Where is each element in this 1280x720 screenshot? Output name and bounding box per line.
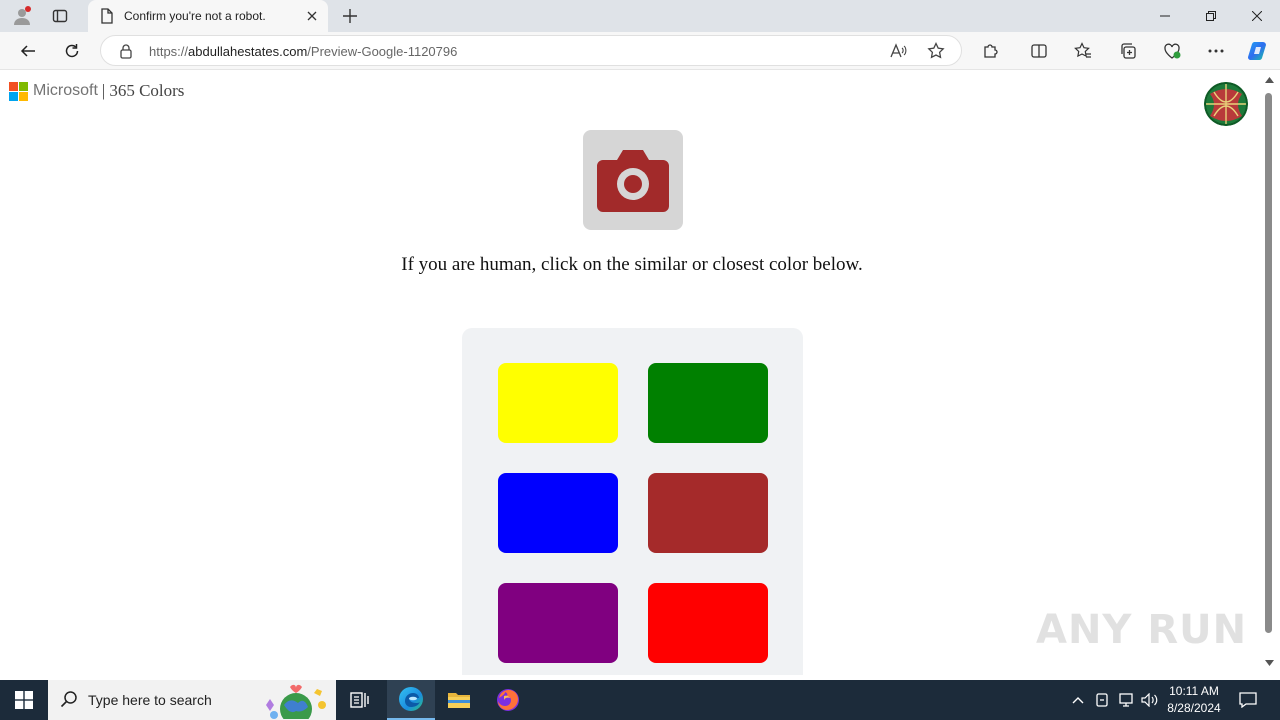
url-scheme: https:// [149,44,189,59]
scroll-up-arrow-icon[interactable] [1265,77,1274,83]
taskbar-firefox[interactable] [484,680,532,720]
taskbar-file-explorer[interactable] [435,680,483,720]
instruction-text: If you are human, click on the similar o… [401,254,863,275]
edge-icon [399,687,423,711]
search-icon [60,691,77,708]
minimize-button[interactable] [1142,0,1188,32]
taskbar-search-box[interactable]: Type here to search [48,680,336,720]
copilot-button[interactable] [1244,37,1272,65]
camera-icon [597,150,669,212]
page-icon [101,8,113,24]
chevron-up-icon [1072,697,1084,704]
notifications-button[interactable] [1238,690,1258,710]
tab-title: Confirm you're not a robot. [124,9,266,23]
avatar[interactable] [1204,82,1248,126]
network-icon [1119,693,1133,707]
tray-network-button[interactable] [1116,690,1136,710]
swatch-brown[interactable] [648,473,768,553]
globe-avatar-icon [1204,82,1248,126]
url-text[interactable]: https://abdullahestates.com/Preview-Goog… [149,44,457,59]
copilot-icon [1247,42,1266,61]
speaker-icon [1141,693,1158,707]
refresh-button[interactable] [58,37,86,65]
swatch-red[interactable] [648,583,768,663]
clock-time: 10:11 AM [1169,684,1219,698]
restore-icon [1206,11,1216,21]
firefox-icon [497,689,519,711]
browser-tab-active[interactable]: Confirm you're not a robot. [88,0,328,32]
split-screen-icon [1031,44,1047,58]
close-icon [1252,11,1262,21]
lock-icon[interactable] [119,43,133,59]
swatch-yellow[interactable] [498,363,618,443]
search-placeholder: Type here to search [88,692,212,708]
taskbar-clock[interactable]: 10:11 AM 8/28/2024 [1164,683,1224,717]
brand-product: 365 Colors [109,81,185,100]
arrow-left-icon [20,45,35,57]
swatch-blue[interactable] [498,473,618,553]
tray-volume-button[interactable] [1140,690,1160,710]
new-tab-button[interactable] [338,4,362,28]
close-icon [307,11,317,21]
brand-company: Microsoft [33,82,98,99]
url-path: /Preview-Google-1120796 [307,44,458,59]
favorites-button[interactable] [1069,37,1097,65]
browser-essentials-button[interactable] [1158,37,1186,65]
back-button[interactable] [14,37,42,65]
brand-header: Microsoft | 365 Colors [9,81,184,101]
swatch-green[interactable] [648,363,768,443]
page-scrollbar[interactable] [1260,71,1280,675]
scroll-thumb[interactable] [1265,93,1272,633]
puzzle-icon [984,44,998,58]
profile-icon [14,6,31,25]
settings-more-button[interactable] [1202,37,1230,65]
windows-taskbar: Type here to search 10:11 AM 8/28/2024 [0,680,1280,720]
target-color-tile [583,130,683,230]
tab-actions-icon [52,9,68,23]
scroll-down-arrow-icon[interactable] [1265,660,1274,666]
color-options-panel [462,328,803,675]
tab-close-button[interactable] [304,8,320,24]
microsoft-logo-icon [9,81,28,101]
tab-actions-button[interactable] [46,4,74,28]
windows-logo-icon [15,691,33,709]
start-button[interactable] [0,680,48,720]
search-highlight-icon [266,684,326,719]
plus-icon [343,9,357,23]
folder-icon [448,693,470,708]
swatch-purple[interactable] [498,583,618,663]
web-page: Microsoft | 365 Colors If you are human,… [4,71,1260,675]
url-host: abdullahestates.com [188,44,308,59]
title-bar: Confirm you're not a robot. [0,0,1280,32]
split-screen-button[interactable] [1025,37,1053,65]
task-view-icon [350,692,369,708]
collections-button[interactable] [1114,37,1142,65]
collections-icon [1121,43,1136,59]
clock-date: 8/28/2024 [1167,701,1221,715]
favorites-icon [1074,42,1091,58]
close-window-button[interactable] [1234,0,1280,32]
tray-overflow-button[interactable] [1068,690,1088,710]
watermark: ANY RUN [1036,607,1248,653]
read-aloud-icon[interactable] [889,42,907,60]
heart-pulse-icon [1164,43,1181,59]
taskbar-edge[interactable] [387,680,435,720]
brand-separator: | [101,81,106,100]
task-view-button[interactable] [336,680,384,720]
address-bar[interactable]: https://abdullahestates.com/Preview-Goog… [100,35,962,66]
tray-battery-button[interactable] [1092,690,1112,710]
notification-icon [1239,692,1257,708]
minimize-icon [1160,15,1170,17]
star-add-icon[interactable] [927,42,945,60]
refresh-icon [65,44,79,58]
profile-button[interactable] [8,4,36,28]
browser-toolbar: https://abdullahestates.com/Preview-Goog… [0,32,1280,70]
extensions-button[interactable] [977,37,1005,65]
device-icon [1096,693,1108,707]
restore-button[interactable] [1188,0,1234,32]
more-icon [1208,49,1224,53]
